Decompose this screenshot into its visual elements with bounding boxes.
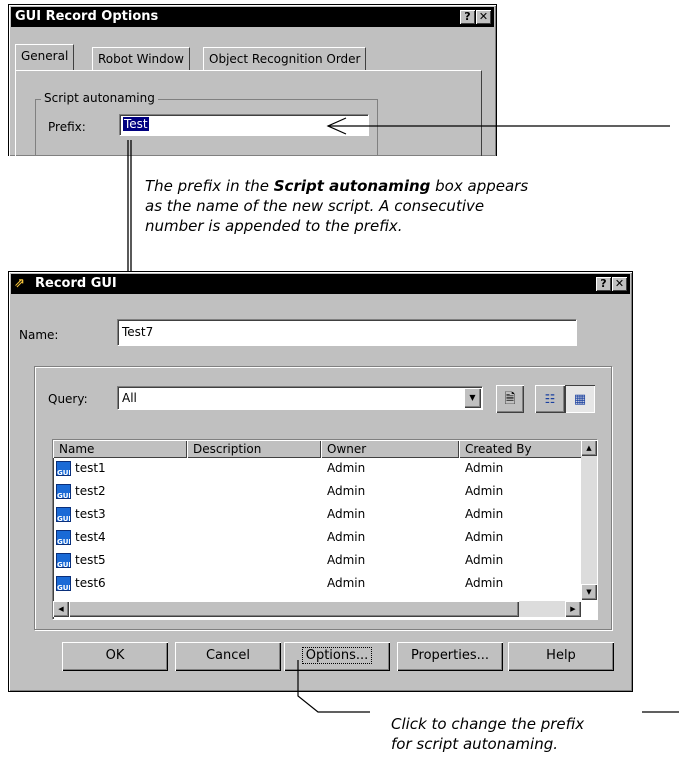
query-select[interactable]: All ▼ (117, 386, 483, 410)
help-button[interactable]: ? (596, 277, 611, 291)
arrow-to-prefix (326, 117, 670, 135)
table-row[interactable]: GUI test6 Admin Admin (53, 574, 581, 593)
scroll-thumb[interactable] (69, 601, 519, 617)
annotation-prefix: The prefix in the Script autonaming box … (145, 177, 529, 235)
dropdown-button[interactable]: ▼ (464, 388, 481, 408)
scroll-up-button[interactable]: ▲ (581, 440, 597, 456)
cell-owner: Admin (327, 530, 366, 544)
cell-created-by: Admin (465, 461, 504, 475)
list-view-button[interactable]: ☷ (535, 385, 565, 413)
cell-owner: Admin (327, 484, 366, 498)
cell-owner: Admin (327, 461, 366, 475)
cell-owner: Admin (327, 507, 366, 521)
name-value: Test7 (122, 325, 154, 339)
name-label: Name: (19, 328, 59, 342)
cell-name: test6 (75, 576, 106, 590)
prefix-value: Test (123, 117, 149, 131)
cell-owner: Admin (327, 576, 366, 590)
table-row[interactable]: GUI test5 Admin Admin (53, 551, 581, 570)
ok-button[interactable]: OK (62, 642, 168, 671)
gui-script-icon: GUI (56, 507, 71, 522)
scroll-right-button[interactable]: ▶ (565, 601, 581, 617)
record-gui-window: ⇗ Record GUI ? ✕ Name: Test7 Query: All … (8, 271, 633, 692)
column-header-name[interactable]: Name (53, 440, 187, 458)
scripts-table: Name Description Owner Created By GUI tes… (52, 439, 598, 620)
name-input[interactable]: Test7 (117, 319, 577, 346)
cell-created-by: Admin (465, 484, 504, 498)
cell-created-by: Admin (465, 530, 504, 544)
query-value: All (122, 391, 137, 405)
details-view-button[interactable]: ▦ (565, 385, 595, 413)
list-view-icon: ☷ (544, 392, 556, 406)
gui-script-icon: GUI (56, 484, 71, 499)
cell-owner: Admin (327, 553, 366, 567)
window-title: GUI Record Options (15, 9, 159, 24)
table-row[interactable]: GUI test4 Admin Admin (53, 528, 581, 547)
vertical-scrollbar[interactable]: ▲ ▼ (581, 440, 597, 600)
gui-script-icon: GUI (56, 553, 71, 568)
cell-name: test1 (75, 461, 106, 475)
horizontal-scrollbar[interactable]: ◀ ▶ (53, 601, 581, 617)
title-bar: GUI Record Options ? ✕ (11, 7, 494, 27)
cell-created-by: Admin (465, 507, 504, 521)
title-bar: ⇗ Record GUI ? ✕ (11, 274, 630, 294)
tab-robot-window[interactable]: Robot Window (92, 47, 190, 71)
group-label: Script autonaming (41, 91, 158, 105)
prefix-label: Prefix: (48, 120, 86, 134)
window-title: Record GUI (35, 276, 117, 291)
cell-name: test5 (75, 553, 106, 567)
scroll-down-button[interactable]: ▼ (581, 584, 597, 600)
tab-object-recognition-order[interactable]: Object Recognition Order (203, 47, 367, 71)
app-icon: ⇗ (14, 276, 25, 291)
table-row[interactable]: GUI test2 Admin Admin (53, 482, 581, 501)
column-header-created-by[interactable]: Created By (459, 440, 583, 458)
tab-general[interactable]: General (15, 44, 75, 71)
query-properties-button[interactable]: 🗎 (496, 385, 524, 413)
query-label: Query: (48, 392, 88, 406)
cell-name: test4 (75, 530, 106, 544)
help-button[interactable]: ? (460, 10, 475, 24)
close-button[interactable]: ✕ (476, 10, 491, 24)
properties-icon: 🗎 (504, 391, 516, 407)
column-header-owner[interactable]: Owner (321, 440, 459, 458)
close-button[interactable]: ✕ (612, 277, 627, 291)
cell-created-by: Admin (465, 553, 504, 567)
column-header-description[interactable]: Description (187, 440, 321, 458)
annotation-options: Click to change the prefix for script au… (391, 715, 585, 753)
gui-script-icon: GUI (56, 461, 71, 476)
table-row[interactable]: GUI test1 Admin Admin (53, 459, 581, 478)
cell-name: test3 (75, 507, 106, 521)
cell-name: test2 (75, 484, 106, 498)
details-view-icon: ▦ (573, 392, 587, 407)
gui-script-icon: GUI (56, 576, 71, 591)
table-body: GUI test1 Admin Admin GUI test2 Admin Admin GUI t… (53, 459, 581, 600)
cell-created-by: Admin (465, 576, 504, 590)
table-row[interactable]: GUI test3 Admin Admin (53, 505, 581, 524)
cancel-button[interactable]: Cancel (175, 642, 281, 671)
scroll-left-button[interactable]: ◀ (53, 601, 69, 617)
connector-options-callout (297, 660, 679, 713)
gui-script-icon: GUI (56, 530, 71, 545)
chevron-down-icon: ▼ (469, 393, 476, 402)
